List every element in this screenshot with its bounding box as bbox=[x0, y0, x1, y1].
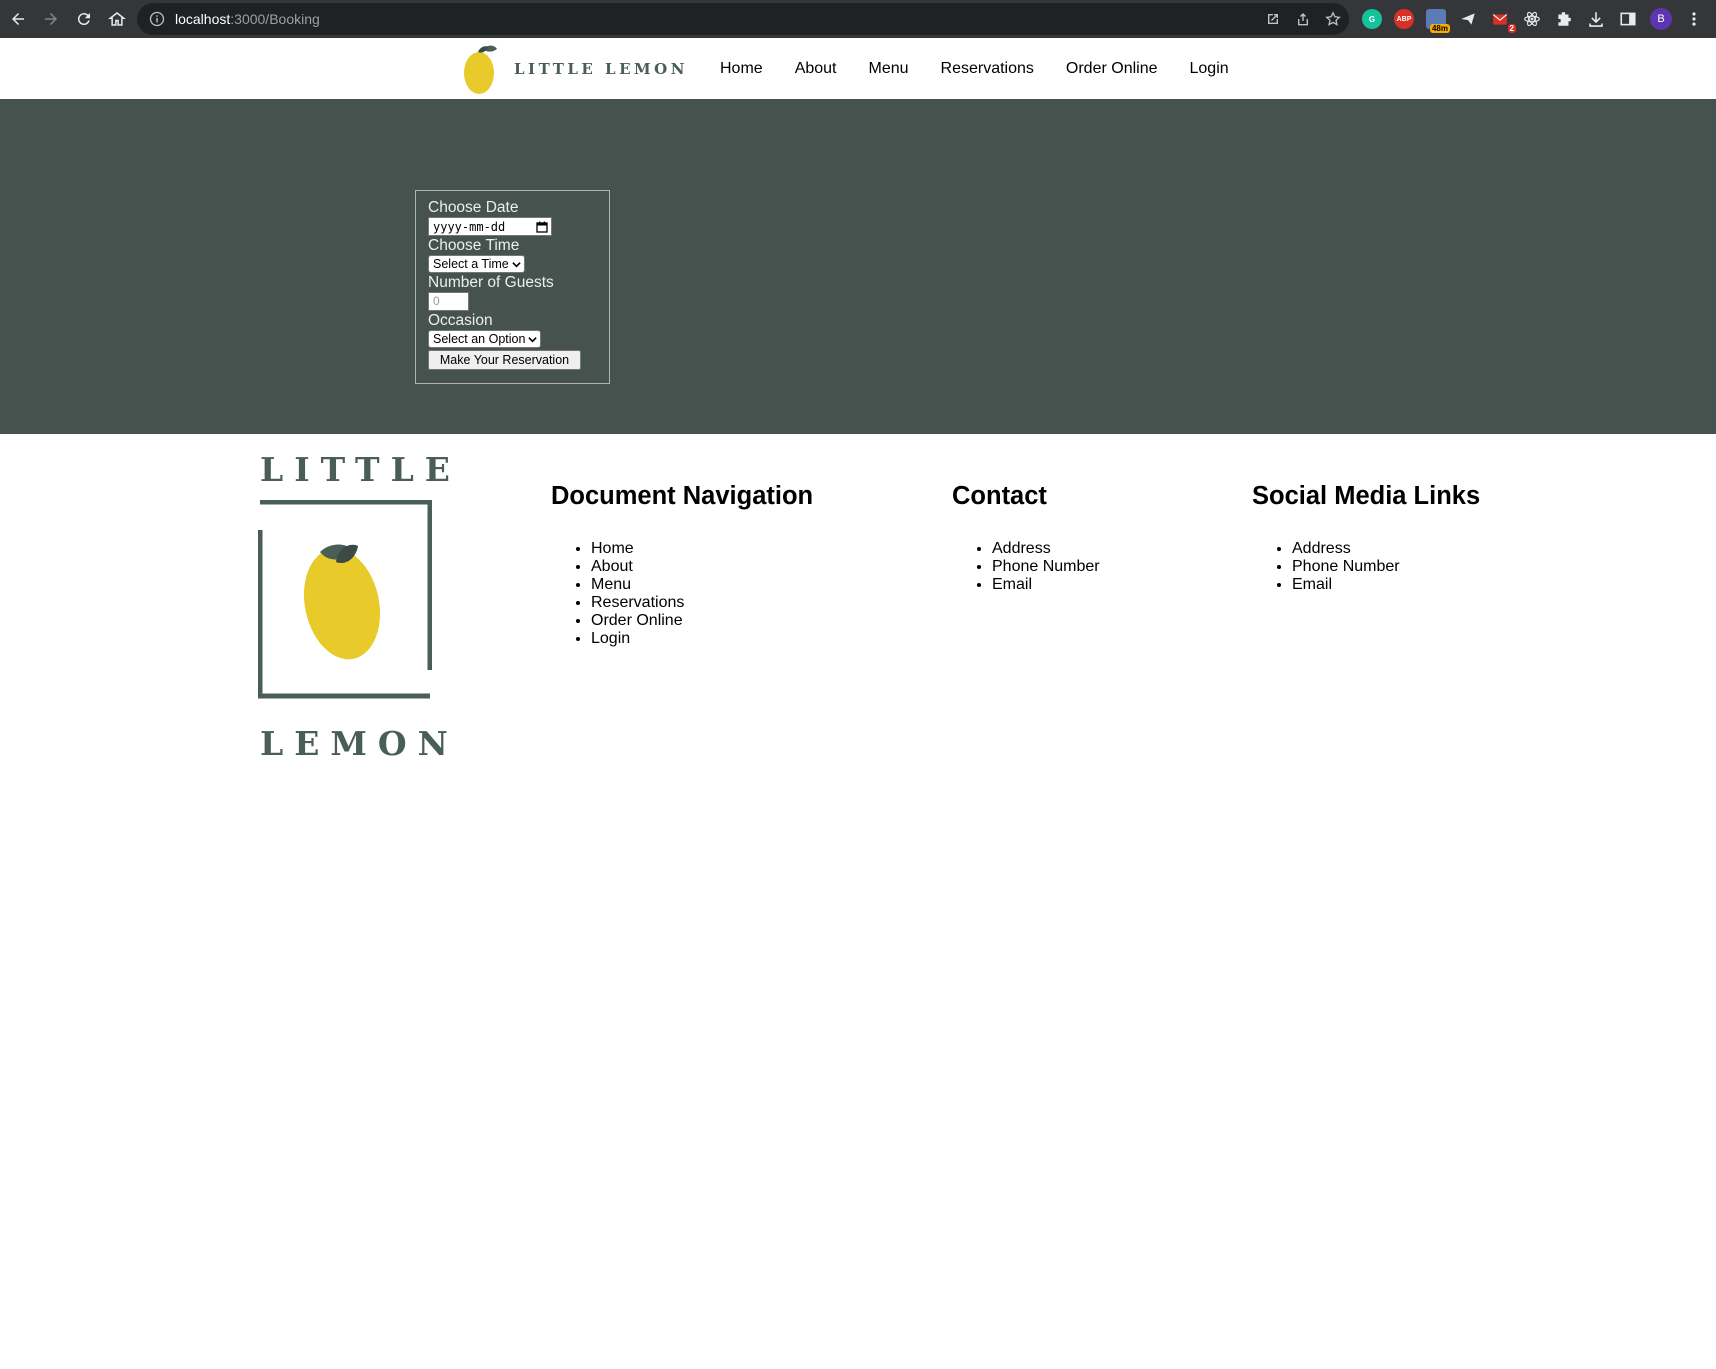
guests-label: Number of Guests bbox=[428, 274, 554, 291]
calendar-icon[interactable] bbox=[536, 221, 548, 233]
open-in-new-icon[interactable] bbox=[1265, 11, 1281, 27]
nav-menu-link[interactable]: Menu bbox=[869, 60, 909, 78]
footer-contact-title: Contact bbox=[952, 482, 1047, 510]
footer-contact: Contact Address Phone Number Email bbox=[952, 482, 1100, 594]
react-devtools-icon[interactable] bbox=[1522, 9, 1542, 29]
forward-button[interactable] bbox=[35, 3, 67, 35]
url-text: localhost:3000/Booking bbox=[175, 11, 320, 27]
brand-name: LITTLE LEMON bbox=[514, 60, 688, 78]
social-item: Address bbox=[1292, 540, 1480, 558]
main-nav: Home About Menu Reservations Order Onlin… bbox=[720, 38, 1261, 99]
footer-social: Social Media Links Address Phone Number … bbox=[1252, 482, 1480, 594]
lemon-frame-icon bbox=[258, 500, 432, 699]
footer-logo-bottom-word: LEMON bbox=[260, 724, 459, 763]
paper-plane-extension-icon[interactable] bbox=[1458, 9, 1478, 29]
social-item: Email bbox=[1292, 576, 1480, 594]
time-label: Choose Time bbox=[428, 237, 520, 254]
site-info-icon[interactable] bbox=[149, 11, 165, 27]
footer-social-title: Social Media Links bbox=[1252, 482, 1481, 510]
profile-avatar[interactable]: B bbox=[1650, 8, 1672, 30]
home-button[interactable] bbox=[101, 3, 133, 35]
browser-menu-icon[interactable] bbox=[1684, 9, 1704, 29]
footer-nav-title: Document Navigation bbox=[551, 482, 814, 510]
contact-item: Address bbox=[992, 540, 1100, 558]
bookmark-star-icon[interactable] bbox=[1325, 11, 1341, 27]
adblock-extension-icon[interactable]: ABP bbox=[1394, 9, 1414, 29]
reload-button[interactable] bbox=[68, 3, 100, 35]
nav-about-link[interactable]: About bbox=[795, 60, 837, 78]
footer-logo-top-word: LITTLE bbox=[260, 450, 461, 489]
footer-nav-item[interactable]: Reservations bbox=[591, 594, 813, 612]
footer-nav-item[interactable]: Menu bbox=[591, 576, 813, 594]
mail-extension-icon[interactable]: 2 bbox=[1490, 9, 1516, 33]
footer-nav-item[interactable]: Home bbox=[591, 540, 813, 558]
make-reservation-button[interactable]: Make Your Reservation bbox=[428, 350, 581, 370]
nav-home-link[interactable]: Home bbox=[720, 60, 763, 78]
address-bar[interactable]: localhost:3000/Booking bbox=[137, 3, 1349, 35]
grammarly-extension-icon[interactable]: G bbox=[1362, 9, 1382, 29]
guests-input[interactable]: 0 bbox=[428, 292, 469, 311]
timer-extension-icon[interactable]: 48m bbox=[1426, 9, 1450, 33]
chevron-down-icon bbox=[512, 261, 521, 267]
timer-badge: 48m bbox=[1429, 24, 1450, 33]
date-label: Choose Date bbox=[428, 199, 519, 216]
time-select-value: Select a Time bbox=[433, 257, 509, 271]
downloads-icon[interactable] bbox=[1586, 9, 1606, 29]
footer-logo: LITTLE LEMON bbox=[258, 450, 450, 763]
contact-item: Phone Number bbox=[992, 558, 1100, 576]
back-arrow-icon bbox=[12, 13, 24, 25]
site-footer: LITTLE LEMON Document Navigation Home Ab… bbox=[0, 434, 1716, 1369]
side-panel-icon[interactable] bbox=[1618, 9, 1638, 29]
brand-logo[interactable]: LITTLE LEMON bbox=[462, 41, 688, 97]
nav-login-link[interactable]: Login bbox=[1190, 60, 1229, 78]
chevron-down-icon bbox=[528, 336, 538, 342]
date-placeholder: yyyy-mm-dd bbox=[433, 219, 506, 234]
extensions-puzzle-icon[interactable] bbox=[1554, 9, 1574, 29]
booking-section: Choose Date yyyy-mm-dd Choose Time Selec… bbox=[0, 99, 1716, 434]
occasion-select-value: Select an Option bbox=[433, 332, 526, 346]
nav-reservations-link[interactable]: Reservations bbox=[941, 60, 1034, 78]
social-item: Phone Number bbox=[1292, 558, 1480, 576]
time-select[interactable]: Select a Time bbox=[428, 255, 525, 273]
contact-item: Email bbox=[992, 576, 1100, 594]
back-button[interactable] bbox=[2, 3, 34, 35]
forward-arrow-icon bbox=[45, 13, 57, 25]
home-icon bbox=[108, 12, 126, 26]
date-input[interactable]: yyyy-mm-dd bbox=[428, 217, 552, 236]
footer-nav-item[interactable]: Order Online bbox=[591, 612, 813, 630]
occasion-select[interactable]: Select an Option bbox=[428, 330, 542, 348]
lemon-logo-icon bbox=[464, 45, 497, 94]
site-header: LITTLE LEMON Home About Menu Reservation… bbox=[0, 38, 1716, 99]
nav-order-online-link[interactable]: Order Online bbox=[1066, 60, 1158, 78]
reload-icon bbox=[77, 13, 90, 26]
adblock-label: ABP bbox=[1396, 15, 1412, 23]
footer-navigation: Document Navigation Home About Menu Rese… bbox=[551, 482, 813, 648]
mail-badge: 2 bbox=[1507, 24, 1516, 33]
share-icon[interactable] bbox=[1295, 11, 1311, 27]
footer-nav-item[interactable]: Login bbox=[591, 630, 813, 648]
footer-nav-item[interactable]: About bbox=[591, 558, 813, 576]
booking-form: Choose Date yyyy-mm-dd Choose Time Selec… bbox=[415, 190, 610, 384]
browser-toolbar: localhost:3000/Booking G ABP 48m 2 B bbox=[0, 0, 1716, 38]
occasion-label: Occasion bbox=[428, 312, 493, 329]
